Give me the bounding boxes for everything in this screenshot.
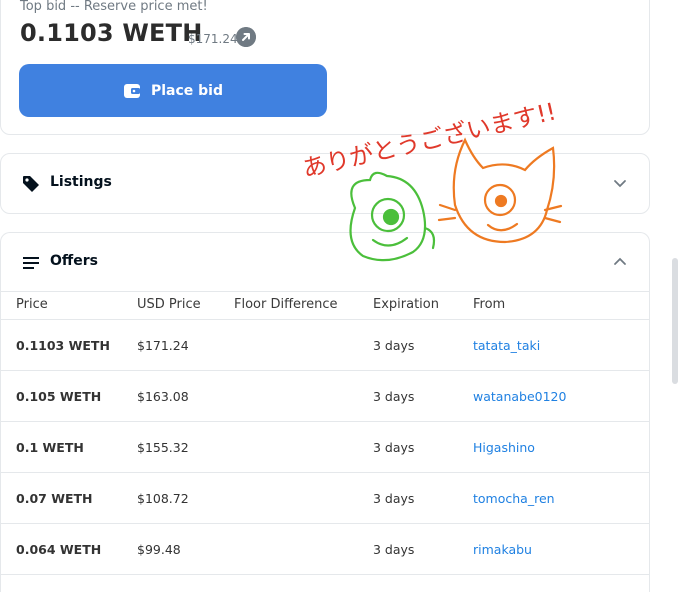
offer-usd: $155.32 (137, 440, 189, 455)
offer-expiration: 3 days (373, 338, 415, 353)
column-from: From (473, 297, 506, 312)
offer-expiration: 3 days (373, 542, 415, 557)
offers-table-header: Price USD Price Floor Difference Expirat… (1, 291, 649, 320)
offer-from-link[interactable]: tatata_taki (473, 338, 540, 353)
green-monster-drawing (349, 171, 436, 262)
offer-usd: $108.72 (137, 491, 189, 506)
doodle-text: ありがとうございます!! (300, 97, 559, 183)
offer-from-link[interactable]: rimakabu (473, 542, 532, 557)
offer-price: 0.1 WETH (16, 440, 84, 455)
table-row: 0.105 WETH $163.08 3 days watanabe0120 (1, 371, 649, 422)
offer-expiration: 3 days (373, 440, 415, 455)
offer-from-link[interactable]: tomocha_ren (473, 491, 555, 506)
table-row: 0.1103 WETH $171.24 3 days tatata_taki (1, 320, 649, 371)
column-expiration: Expiration (373, 297, 439, 312)
offer-usd: $171.24 (137, 338, 189, 353)
top-bid-usd: $171.24 (188, 32, 238, 46)
top-bid-price: 0.1103 WETH (20, 19, 203, 47)
offers-title: Offers (50, 253, 98, 269)
offer-from-link[interactable]: Higashino (473, 440, 535, 455)
offer-expiration: 3 days (373, 491, 415, 506)
offer-from-link[interactable]: watanabe0120 (473, 389, 566, 404)
tag-icon (23, 176, 39, 192)
place-bid-label: Place bid (150, 82, 224, 99)
column-price: Price (16, 297, 48, 312)
offer-usd: $99.48 (137, 542, 181, 557)
column-usd-price: USD Price (137, 297, 201, 312)
offer-price: 0.1103 WETH (16, 338, 110, 353)
arrow-up-right-icon[interactable] (236, 27, 256, 47)
table-row: 0.064 WETH $99.48 3 days rimakabu (1, 524, 649, 575)
list-icon (23, 257, 39, 269)
orange-cat-drawing (437, 137, 563, 244)
offer-usd: $163.08 (137, 389, 189, 404)
scrollbar[interactable] (672, 258, 678, 384)
listings-title: Listings (50, 174, 112, 190)
wallet-icon (123, 83, 140, 98)
handwritten-doodle: ありがとうございます!! (300, 97, 563, 262)
top-bid-label: Top bid -- Reserve price met! (20, 0, 208, 14)
offer-expiration: 3 days (373, 389, 415, 404)
offer-price: 0.07 WETH (16, 491, 93, 506)
column-floor-difference: Floor Difference (234, 297, 338, 312)
place-bid-button[interactable]: Place bid (19, 64, 327, 117)
offer-price: 0.064 WETH (16, 542, 102, 557)
table-row: 0.07 WETH $108.72 3 days tomocha_ren (1, 473, 649, 524)
offers-panel: Offers Price USD Price Floor Difference … (0, 232, 650, 592)
table-row: 0.1 WETH $155.32 3 days Higashino (1, 422, 649, 473)
offer-price: 0.105 WETH (16, 389, 102, 404)
